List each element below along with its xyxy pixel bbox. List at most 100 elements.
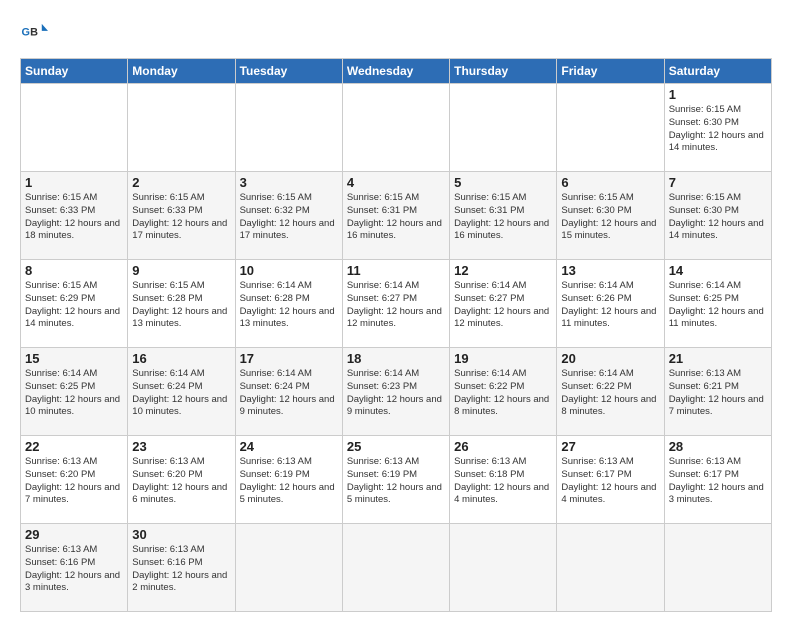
calendar-cell: 17 Sunrise: 6:14 AMSunset: 6:24 PMDayligh… (235, 348, 342, 436)
day-info: Sunrise: 6:14 AMSunset: 6:27 PMDaylight:… (347, 280, 445, 331)
calendar-cell: 8 Sunrise: 6:15 AMSunset: 6:29 PMDaylight… (21, 260, 128, 348)
day-info: Sunrise: 6:14 AMSunset: 6:27 PMDaylight:… (454, 280, 552, 331)
day-info: Sunrise: 6:13 AMSunset: 6:21 PMDaylight:… (669, 368, 767, 419)
calendar-cell (21, 84, 128, 172)
day-info: Sunrise: 6:14 AMSunset: 6:26 PMDaylight:… (561, 280, 659, 331)
calendar-cell: 19 Sunrise: 6:14 AMSunset: 6:22 PMDayligh… (450, 348, 557, 436)
calendar-cell (664, 524, 771, 612)
day-info: Sunrise: 6:15 AMSunset: 6:31 PMDaylight:… (347, 192, 445, 243)
day-number: 27 (561, 439, 659, 454)
calendar-cell: 28 Sunrise: 6:13 AMSunset: 6:17 PMDayligh… (664, 436, 771, 524)
calendar-cell: 12 Sunrise: 6:14 AMSunset: 6:27 PMDayligh… (450, 260, 557, 348)
calendar-week-2: 8 Sunrise: 6:15 AMSunset: 6:29 PMDaylight… (21, 260, 772, 348)
day-number: 11 (347, 263, 445, 278)
day-number: 5 (454, 175, 552, 190)
calendar-header-row: SundayMondayTuesdayWednesdayThursdayFrid… (21, 59, 772, 84)
calendar-cell: 23Sunrise: 6:13 AMSunset: 6:20 PMDayligh… (128, 436, 235, 524)
day-info: Sunrise: 6:14 AMSunset: 6:23 PMDaylight:… (347, 368, 445, 419)
calendar-cell: 15Sunrise: 6:14 AMSunset: 6:25 PMDayligh… (21, 348, 128, 436)
day-info: Sunrise: 6:14 AMSunset: 6:22 PMDaylight:… (561, 368, 659, 419)
day-info: Sunrise: 6:13 AMSunset: 6:20 PMDaylight:… (25, 456, 123, 507)
day-number: 7 (669, 175, 767, 190)
calendar-cell: 7 Sunrise: 6:15 AMSunset: 6:30 PMDaylight… (664, 172, 771, 260)
calendar-cell: 2 Sunrise: 6:15 AMSunset: 6:33 PMDaylight… (128, 172, 235, 260)
calendar-cell (342, 524, 449, 612)
day-info: Sunrise: 6:14 AMSunset: 6:24 PMDaylight:… (240, 368, 338, 419)
day-info: Sunrise: 6:14 AMSunset: 6:28 PMDaylight:… (240, 280, 338, 331)
day-number: 12 (454, 263, 552, 278)
calendar-cell: 26Sunrise: 6:13 AMSunset: 6:18 PMDayligh… (450, 436, 557, 524)
calendar-cell (342, 84, 449, 172)
logo: G B (20, 20, 52, 48)
day-info: Sunrise: 6:15 AMSunset: 6:33 PMDaylight:… (132, 192, 230, 243)
day-header-friday: Friday (557, 59, 664, 84)
day-info: Sunrise: 6:15 AMSunset: 6:33 PMDaylight:… (25, 192, 123, 243)
calendar-cell: 4 Sunrise: 6:15 AMSunset: 6:31 PMDaylight… (342, 172, 449, 260)
day-number: 8 (25, 263, 123, 278)
day-info: Sunrise: 6:13 AMSunset: 6:17 PMDaylight:… (561, 456, 659, 507)
day-number: 2 (132, 175, 230, 190)
calendar-cell: 13Sunrise: 6:14 AMSunset: 6:26 PMDayligh… (557, 260, 664, 348)
day-info: Sunrise: 6:13 AMSunset: 6:19 PMDaylight:… (240, 456, 338, 507)
day-info: Sunrise: 6:14 AMSunset: 6:22 PMDaylight:… (454, 368, 552, 419)
calendar-week-1: 1 Sunrise: 6:15 AMSunset: 6:33 PMDaylight… (21, 172, 772, 260)
calendar-cell: 3 Sunrise: 6:15 AMSunset: 6:32 PMDaylight… (235, 172, 342, 260)
day-info: Sunrise: 6:15 AMSunset: 6:28 PMDaylight:… (132, 280, 230, 331)
calendar-cell: 18 Sunrise: 6:14 AMSunset: 6:23 PMDayligh… (342, 348, 449, 436)
day-number: 14 (669, 263, 767, 278)
day-info: Sunrise: 6:13 AMSunset: 6:17 PMDaylight:… (669, 456, 767, 507)
calendar-week-5: 29 Sunrise: 6:13 AMSunset: 6:16 PMDayligh… (21, 524, 772, 612)
day-info: Sunrise: 6:15 AMSunset: 6:32 PMDaylight:… (240, 192, 338, 243)
day-number: 28 (669, 439, 767, 454)
day-number: 30 (132, 527, 230, 542)
day-header-saturday: Saturday (664, 59, 771, 84)
day-number: 17 (240, 351, 338, 366)
calendar-cell: 10 Sunrise: 6:14 AMSunset: 6:28 PMDayligh… (235, 260, 342, 348)
calendar-cell: 9 Sunrise: 6:15 AMSunset: 6:28 PMDaylight… (128, 260, 235, 348)
day-info: Sunrise: 6:13 AMSunset: 6:19 PMDaylight:… (347, 456, 445, 507)
day-number: 24 (240, 439, 338, 454)
day-number: 6 (561, 175, 659, 190)
day-number: 29 (25, 527, 123, 542)
day-info: Sunrise: 6:15 AMSunset: 6:30 PMDaylight:… (669, 104, 767, 155)
svg-text:G: G (22, 27, 30, 39)
day-info: Sunrise: 6:14 AMSunset: 6:25 PMDaylight:… (25, 368, 123, 419)
calendar-week-3: 15Sunrise: 6:14 AMSunset: 6:25 PMDayligh… (21, 348, 772, 436)
calendar-cell (557, 84, 664, 172)
day-info: Sunrise: 6:15 AMSunset: 6:29 PMDaylight:… (25, 280, 123, 331)
day-info: Sunrise: 6:13 AMSunset: 6:18 PMDaylight:… (454, 456, 552, 507)
day-number: 22 (25, 439, 123, 454)
calendar-cell: 11 Sunrise: 6:14 AMSunset: 6:27 PMDayligh… (342, 260, 449, 348)
calendar-cell (557, 524, 664, 612)
day-number: 4 (347, 175, 445, 190)
calendar-cell: 1 Sunrise: 6:15 AMSunset: 6:30 PMDaylight… (664, 84, 771, 172)
calendar-cell: 22 Sunrise: 6:13 AMSunset: 6:20 PMDayligh… (21, 436, 128, 524)
day-number: 10 (240, 263, 338, 278)
day-number: 1 (25, 175, 123, 190)
day-number: 18 (347, 351, 445, 366)
day-number: 3 (240, 175, 338, 190)
day-info: Sunrise: 6:13 AMSunset: 6:16 PMDaylight:… (132, 544, 230, 595)
day-info: Sunrise: 6:13 AMSunset: 6:16 PMDaylight:… (25, 544, 123, 595)
calendar-cell: 20Sunrise: 6:14 AMSunset: 6:22 PMDayligh… (557, 348, 664, 436)
day-number: 19 (454, 351, 552, 366)
calendar-cell: 14Sunrise: 6:14 AMSunset: 6:25 PMDayligh… (664, 260, 771, 348)
calendar-cell: 16Sunrise: 6:14 AMSunset: 6:24 PMDayligh… (128, 348, 235, 436)
day-info: Sunrise: 6:14 AMSunset: 6:24 PMDaylight:… (132, 368, 230, 419)
day-number: 25 (347, 439, 445, 454)
calendar-cell: 25 Sunrise: 6:13 AMSunset: 6:19 PMDayligh… (342, 436, 449, 524)
calendar-cell: 6 Sunrise: 6:15 AMSunset: 6:30 PMDaylight… (557, 172, 664, 260)
day-number: 1 (669, 87, 767, 102)
calendar-cell: 1 Sunrise: 6:15 AMSunset: 6:33 PMDaylight… (21, 172, 128, 260)
calendar-cell: 21Sunrise: 6:13 AMSunset: 6:21 PMDayligh… (664, 348, 771, 436)
calendar-cell: 29 Sunrise: 6:13 AMSunset: 6:16 PMDayligh… (21, 524, 128, 612)
logo-icon: G B (20, 20, 48, 48)
day-number: 9 (132, 263, 230, 278)
calendar-cell: 24 Sunrise: 6:13 AMSunset: 6:19 PMDayligh… (235, 436, 342, 524)
day-info: Sunrise: 6:15 AMSunset: 6:30 PMDaylight:… (561, 192, 659, 243)
day-header-monday: Monday (128, 59, 235, 84)
calendar-cell (450, 84, 557, 172)
day-info: Sunrise: 6:15 AMSunset: 6:30 PMDaylight:… (669, 192, 767, 243)
day-number: 23 (132, 439, 230, 454)
svg-text:B: B (30, 27, 38, 39)
